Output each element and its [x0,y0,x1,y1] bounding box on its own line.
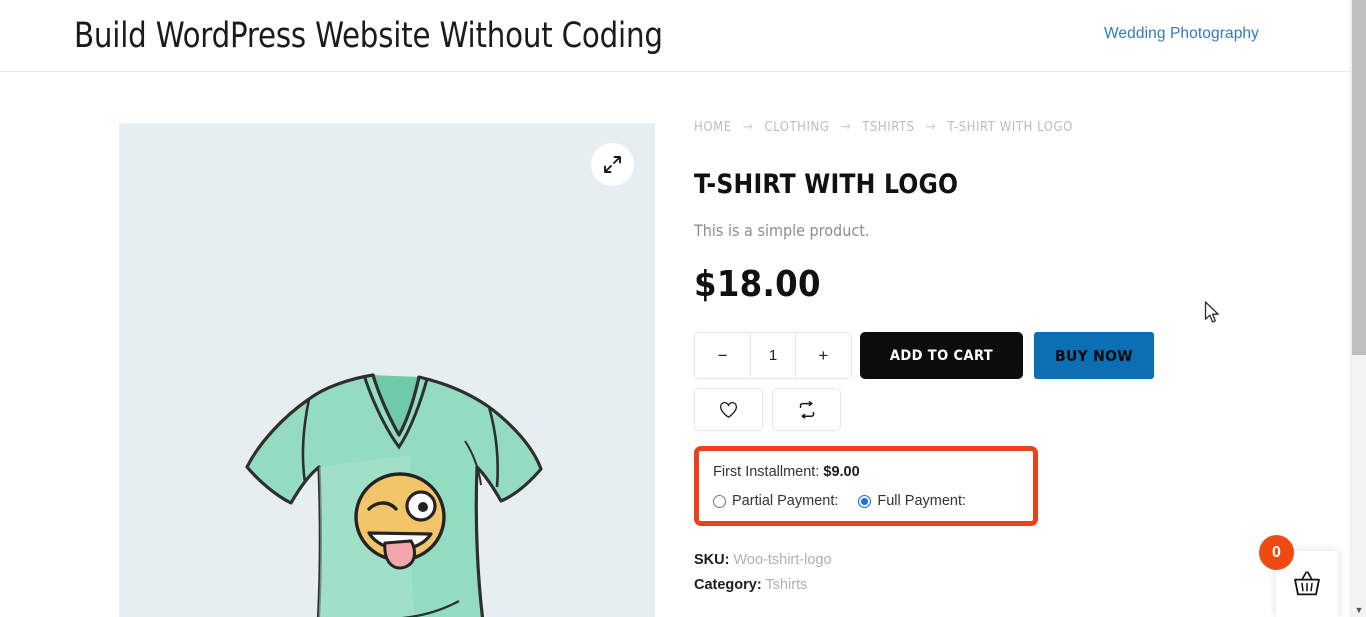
nav-link-wedding-photography[interactable]: Wedding Photography [1104,25,1259,42]
breadcrumb-item-current: T-SHIRT WITH LOGO [947,119,1073,135]
expand-diagonal-icon [604,156,621,173]
expand-image-button[interactable] [591,143,634,186]
breadcrumb-item-clothing[interactable]: CLOTHING [764,119,829,135]
product-short-description: This is a simple product. [694,221,870,240]
primary-navigation: Wedding Photography [1104,25,1259,43]
product-price: $18.00 [694,264,821,305]
breadcrumb-separator: → [925,119,937,135]
breadcrumb-item-home[interactable]: HOME [694,119,732,135]
payment-option-partial-label: Partial Payment: [732,493,839,509]
scrollbar-thumb[interactable] [1352,0,1366,355]
category-label: Category: [694,577,762,593]
quantity-input[interactable]: 1 [750,333,795,378]
quantity-stepper[interactable]: − 1 + [694,332,852,379]
product-meta: SKU: Woo-tshirt-logo Category: Tshirts [694,548,1214,598]
page-content: Build WordPress Website Without Coding W… [0,0,1350,617]
site-title: Build WordPress Website Without Coding [74,16,663,56]
sku-label: SKU: [694,552,730,568]
radio-full-payment[interactable] [858,494,872,508]
scrollbar-down-arrow[interactable]: ▼ [1351,605,1366,615]
payment-option-full-label: Full Payment: [877,493,967,509]
product-category-row: Category: Tshirts [694,573,1214,598]
first-installment-amount: $9.00 [823,464,860,480]
payment-option-full[interactable]: Full Payment: [858,493,966,509]
heart-icon [719,401,738,418]
compare-product-button[interactable] [772,388,841,431]
shopping-basket-icon [1294,571,1320,596]
first-installment-label: First Installment: [713,464,820,480]
add-to-wishlist-button[interactable] [694,388,763,431]
product-title: T-SHIRT WITH LOGO [694,169,959,200]
installment-payment-box: First Installment: $9.00 Partial Payment… [694,446,1038,526]
breadcrumb-item-tshirts[interactable]: TSHIRTS [862,119,914,135]
sku-value: Woo-tshirt-logo [733,552,832,568]
product-gallery[interactable] [119,123,655,617]
add-to-cart-button[interactable]: ADD TO CART [860,332,1023,379]
buy-now-button[interactable]: BUY NOW [1034,332,1154,379]
product-image[interactable] [119,123,655,617]
payment-options-group: Partial Payment: Full Payment: [713,493,1019,509]
first-installment-line: First Installment: $9.00 [713,462,1019,482]
quantity-decrement-button[interactable]: − [695,333,751,378]
radio-partial-payment[interactable] [713,494,726,508]
breadcrumb-separator: → [742,119,754,135]
quantity-increment-button[interactable]: + [794,333,851,378]
site-header: Build WordPress Website Without Coding W… [0,0,1350,72]
breadcrumb-separator: → [840,119,852,135]
product-sku-row: SKU: Woo-tshirt-logo [694,548,1214,573]
secondary-actions [694,388,1214,431]
cart-actions-row: − 1 + ADD TO CART BUY NOW [694,332,1214,379]
category-value-link[interactable]: Tshirts [765,577,807,593]
page-scrollbar[interactable]: ▼ [1350,0,1366,617]
breadcrumb: HOME → CLOTHING → TSHIRTS → T-SHIRT WITH… [694,118,1193,136]
browser-viewport: Build WordPress Website Without Coding W… [0,0,1366,617]
product-summary: HOME → CLOTHING → TSHIRTS → T-SHIRT WITH… [694,118,1214,598]
tshirt-illustration-svg [245,373,543,617]
cart-count-badge: 0 [1259,535,1294,570]
compare-arrows-icon [799,400,814,419]
payment-option-partial[interactable]: Partial Payment: [713,493,838,509]
